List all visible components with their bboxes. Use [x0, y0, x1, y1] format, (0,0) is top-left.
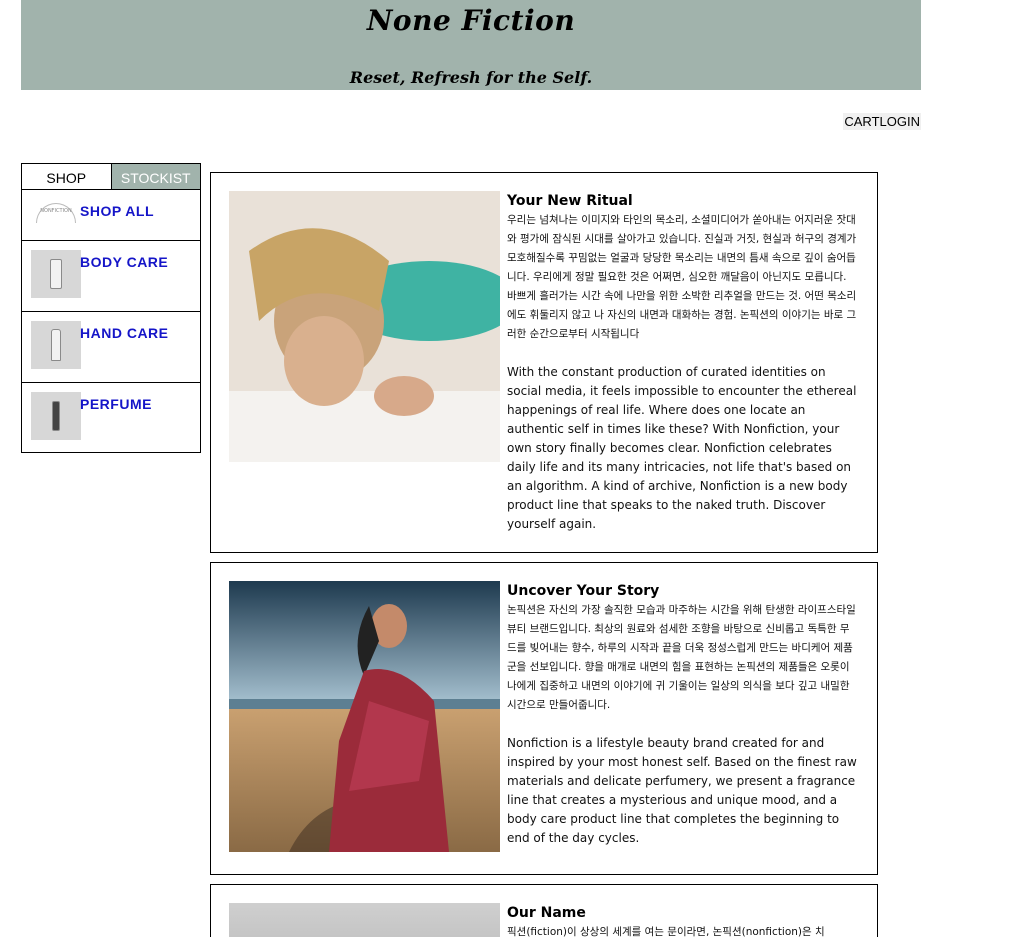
section-title: Your New Ritual [507, 193, 633, 209]
tab-shop[interactable]: SHOP [22, 164, 112, 189]
brand-logo-icon: NONFICTION [35, 200, 77, 226]
category-sidebar: SHOP STOCKIST NONFICTION SHOP ALL BODY C… [21, 163, 201, 453]
sidebar-tabs: SHOP STOCKIST [22, 164, 200, 190]
section-title: Uncover Your Story [507, 583, 660, 599]
perfume-bottle-icon [31, 392, 81, 440]
section-title: Our Name [507, 905, 586, 921]
story-card-ritual: Your New Ritual 우리는 넘쳐나는 이미지와 타인의 목소리, 소… [210, 172, 878, 553]
product-photo [229, 903, 500, 937]
site-header: None Fiction Reset, Refresh for the Self… [21, 0, 921, 90]
section-body-korean: 우리는 넘쳐나는 이미지와 타인의 목소리, 소셜미디어가 쏟아내는 어지러운 … [507, 214, 857, 340]
sidebar-item-label: BODY CARE [80, 254, 169, 270]
story-card-uncover: Uncover Your Story 논픽션은 자신의 가장 솔직한 모습과 마… [210, 562, 878, 875]
body-wash-bottle-icon [31, 250, 81, 298]
sidebar-item-label: HAND CARE [80, 325, 169, 341]
brand-title[interactable]: None Fiction [21, 4, 921, 37]
login-link[interactable]: LOGIN [880, 114, 920, 129]
section-body-english: With the constant production of curated … [507, 365, 857, 531]
sidebar-item-label: PERFUME [80, 396, 152, 412]
model-photo [229, 191, 500, 462]
sidebar-item-perfume[interactable]: PERFUME [22, 383, 200, 454]
sidebar-item-shop-all[interactable]: NONFICTION SHOP ALL [22, 190, 200, 241]
hand-cream-tube-icon [31, 321, 81, 369]
sidebar-item-label: SHOP ALL [80, 203, 155, 219]
section-body-korean: 논픽션은 자신의 가장 솔직한 모습과 마주하는 시간을 위해 탄생한 라이프스… [507, 604, 856, 711]
section-body-english: Nonfiction is a lifestyle beauty brand c… [507, 736, 857, 845]
beach-photo [229, 581, 500, 852]
brand-tagline: Reset, Refresh for the Self. [349, 68, 593, 87]
story-card-our-name: Our Name 픽션(fiction)이 상상의 세계를 여는 문이라면, 논… [210, 884, 878, 937]
sidebar-item-hand-care[interactable]: HAND CARE [22, 312, 200, 383]
cart-link[interactable]: CART [844, 114, 879, 129]
section-body-korean: 픽션(fiction)이 상상의 세계를 여는 문이라면, 논픽션(nonfic… [507, 926, 825, 937]
tab-stockist[interactable]: STOCKIST [111, 164, 200, 189]
top-nav: CART LOGIN [843, 113, 921, 130]
sidebar-item-body-care[interactable]: BODY CARE [22, 241, 200, 312]
